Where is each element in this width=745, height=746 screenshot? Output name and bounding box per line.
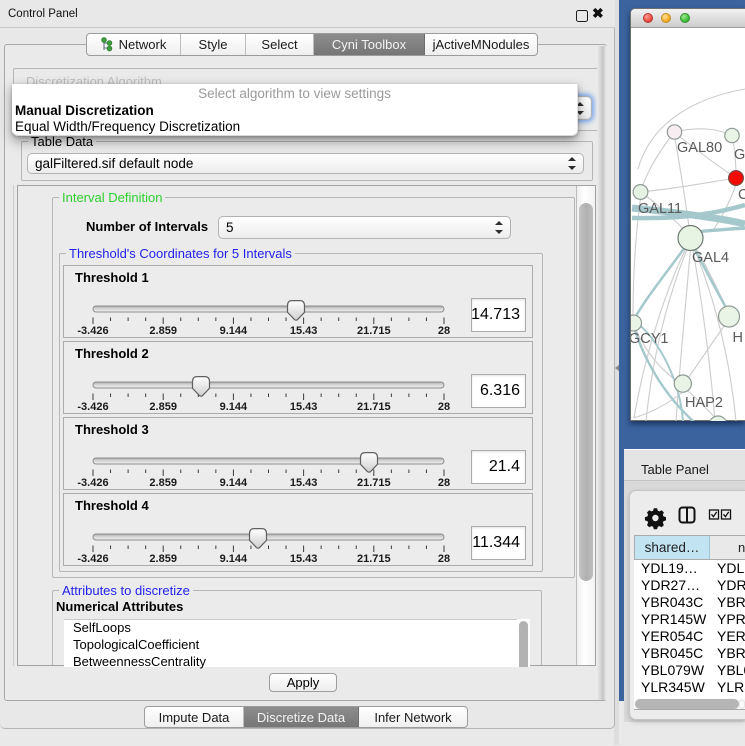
svg-text:9.144: 9.144 xyxy=(220,477,248,489)
svg-text:21.715: 21.715 xyxy=(357,553,391,565)
svg-text:GAL11: GAL11 xyxy=(638,201,682,217)
svg-text:GAL4: GAL4 xyxy=(692,250,729,266)
svg-text:-3.426: -3.426 xyxy=(77,401,108,413)
svg-text:21.715: 21.715 xyxy=(357,477,391,489)
svg-text:21.715: 21.715 xyxy=(357,401,391,413)
svg-text:9.144: 9.144 xyxy=(220,553,248,565)
svg-text:2.859: 2.859 xyxy=(149,553,177,565)
svg-text:15.43: 15.43 xyxy=(290,325,318,337)
svg-text:15.43: 15.43 xyxy=(290,401,318,413)
svg-text:-3.426: -3.426 xyxy=(77,477,108,489)
svg-text:GAL80: GAL80 xyxy=(677,140,722,156)
svg-text:9.144: 9.144 xyxy=(220,401,248,413)
svg-text:28: 28 xyxy=(438,553,450,565)
svg-text:-3.426: -3.426 xyxy=(77,325,108,337)
svg-text:2.859: 2.859 xyxy=(149,477,177,489)
svg-text:15.43: 15.43 xyxy=(290,553,318,565)
svg-text:HAP2: HAP2 xyxy=(685,395,723,411)
svg-text:G.: G. xyxy=(734,147,745,163)
svg-text:21.715: 21.715 xyxy=(357,325,391,337)
svg-text:15.43: 15.43 xyxy=(290,477,318,489)
svg-text:28: 28 xyxy=(438,477,450,489)
svg-text:GCY1: GCY1 xyxy=(631,331,669,347)
svg-text:2.859: 2.859 xyxy=(149,325,177,337)
svg-text:28: 28 xyxy=(438,325,450,337)
svg-text:-3.426: -3.426 xyxy=(77,553,108,565)
svg-text:H: H xyxy=(733,330,743,346)
svg-text:C: C xyxy=(738,187,745,203)
svg-text:28: 28 xyxy=(438,401,450,413)
svg-text:9.144: 9.144 xyxy=(220,325,248,337)
svg-text:2.859: 2.859 xyxy=(149,401,177,413)
